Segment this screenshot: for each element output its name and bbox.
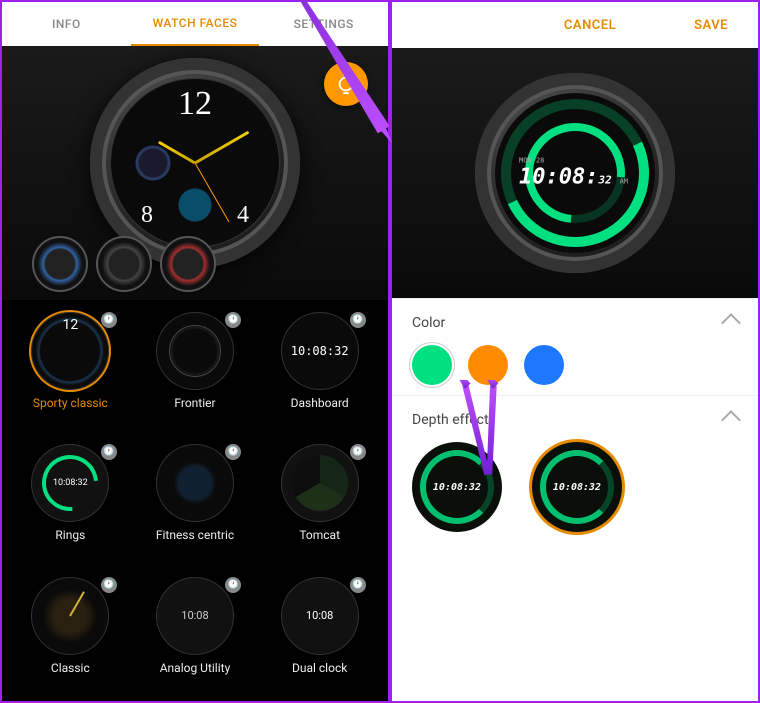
face-label: Frontier bbox=[174, 396, 215, 410]
face-thumb[interactable] bbox=[281, 444, 359, 522]
face-label: Tomcat bbox=[299, 528, 340, 542]
minute-hand bbox=[194, 131, 249, 165]
face-analog-utility[interactable]: 🕐 Analog Utility bbox=[135, 577, 256, 701]
face-fitness-centric[interactable]: 🕐 Fitness centric bbox=[135, 444, 256, 568]
date-label: MON 28 bbox=[519, 157, 628, 165]
face-thumb[interactable] bbox=[281, 312, 359, 390]
depth-section-header[interactable]: Depth effect bbox=[412, 412, 738, 428]
face-label: Rings bbox=[55, 528, 85, 542]
tab-info[interactable]: INFO bbox=[2, 3, 131, 45]
chevron-up-icon bbox=[721, 410, 741, 430]
numeral-8: 8 bbox=[141, 202, 153, 229]
swatch-blue[interactable] bbox=[524, 345, 564, 385]
watch-faces-screen: INFO WATCH FACES SETTINGS 8 4 🕐 bbox=[0, 0, 390, 703]
clock-icon: 🕐 bbox=[225, 444, 241, 460]
customize-preview: MON 28 10:08:32 AM bbox=[392, 48, 758, 298]
face-frontier[interactable]: 🕐 Frontier bbox=[135, 312, 256, 436]
time-hm: 10:08: bbox=[519, 165, 598, 190]
swatch-orange[interactable] bbox=[468, 345, 508, 385]
cancel-button[interactable]: CANCEL bbox=[550, 8, 630, 43]
variant-red[interactable] bbox=[160, 236, 216, 292]
variant-blue[interactable] bbox=[32, 236, 88, 292]
color-section-header[interactable]: Color bbox=[412, 315, 738, 331]
clock-icon: 🕐 bbox=[101, 444, 117, 460]
rings-dial: MON 28 10:08:32 AM bbox=[495, 93, 655, 253]
face-thumb[interactable] bbox=[281, 577, 359, 655]
clock-icon: 🕐 bbox=[350, 444, 366, 460]
color-title: Color bbox=[412, 315, 445, 331]
face-dashboard[interactable]: 🕐 Dashboard bbox=[259, 312, 380, 436]
second-hand bbox=[195, 163, 230, 222]
face-classic[interactable]: 🕐 Classic bbox=[10, 577, 131, 701]
color-swatches bbox=[412, 345, 738, 385]
face-sporty-classic[interactable]: 🕐 Sporty classic bbox=[10, 312, 131, 436]
time-display: MON 28 10:08:32 AM bbox=[519, 157, 628, 190]
face-label: Dashboard bbox=[291, 396, 349, 410]
action-bar: CANCEL SAVE bbox=[392, 2, 758, 48]
clock-icon: 🕐 bbox=[101, 312, 117, 328]
face-label: Fitness centric bbox=[156, 528, 234, 542]
clock-icon: 🕐 bbox=[225, 312, 241, 328]
face-thumb[interactable] bbox=[31, 312, 109, 390]
watch-icon bbox=[335, 73, 357, 95]
clock-icon: 🕐 bbox=[350, 312, 366, 328]
face-label: Analog Utility bbox=[160, 661, 231, 675]
chevron-up-icon bbox=[721, 313, 741, 333]
face-label: Classic bbox=[51, 661, 90, 675]
depth-option-3d[interactable] bbox=[532, 442, 622, 532]
face-thumb[interactable] bbox=[156, 577, 234, 655]
depth-title: Depth effect bbox=[412, 412, 489, 428]
hour-hand bbox=[158, 141, 196, 165]
watch-face-grid[interactable]: 🕐 Sporty classic 🕐 Frontier 🕐 Dashboard … bbox=[2, 300, 388, 701]
depth-options bbox=[412, 442, 738, 532]
face-rings[interactable]: 🕐 Rings bbox=[10, 444, 131, 568]
clock-icon: 🕐 bbox=[350, 577, 366, 593]
swatch-green[interactable] bbox=[412, 345, 452, 385]
tab-bar: INFO WATCH FACES SETTINGS bbox=[2, 2, 388, 46]
face-thumb[interactable] bbox=[31, 444, 109, 522]
depth-option-flat[interactable] bbox=[412, 442, 502, 532]
color-section: Color bbox=[392, 298, 758, 395]
save-button[interactable]: SAVE bbox=[680, 8, 742, 43]
time-sec: 32 bbox=[598, 174, 611, 187]
clock-icon: 🕐 bbox=[225, 577, 241, 593]
face-tomcat[interactable]: 🕐 Tomcat bbox=[259, 444, 380, 568]
face-dual-clock[interactable]: 🕐 Dual clock bbox=[259, 577, 380, 701]
hero-preview: 8 4 bbox=[2, 46, 388, 300]
customize-fab-button[interactable] bbox=[324, 62, 368, 106]
variant-silver[interactable] bbox=[96, 236, 152, 292]
clock-icon: 🕐 bbox=[101, 577, 117, 593]
face-thumb[interactable] bbox=[31, 577, 109, 655]
numeral-4: 4 bbox=[237, 202, 249, 229]
tab-settings[interactable]: SETTINGS bbox=[259, 3, 388, 45]
style-variants-row bbox=[32, 236, 216, 292]
face-thumb[interactable] bbox=[156, 312, 234, 390]
face-label: Sporty classic bbox=[33, 396, 108, 410]
watch-frame: MON 28 10:08:32 AM bbox=[475, 73, 675, 273]
face-thumb[interactable] bbox=[156, 444, 234, 522]
watch-dial-sporty-classic: 8 4 bbox=[110, 78, 280, 248]
tab-watch-faces[interactable]: WATCH FACES bbox=[131, 2, 260, 46]
face-label: Dual clock bbox=[292, 661, 347, 675]
depth-section: Depth effect bbox=[392, 395, 758, 542]
ampm-label: AM bbox=[620, 178, 628, 186]
customize-screen: CANCEL SAVE MON 28 10:08:32 AM Color bbox=[390, 0, 760, 703]
